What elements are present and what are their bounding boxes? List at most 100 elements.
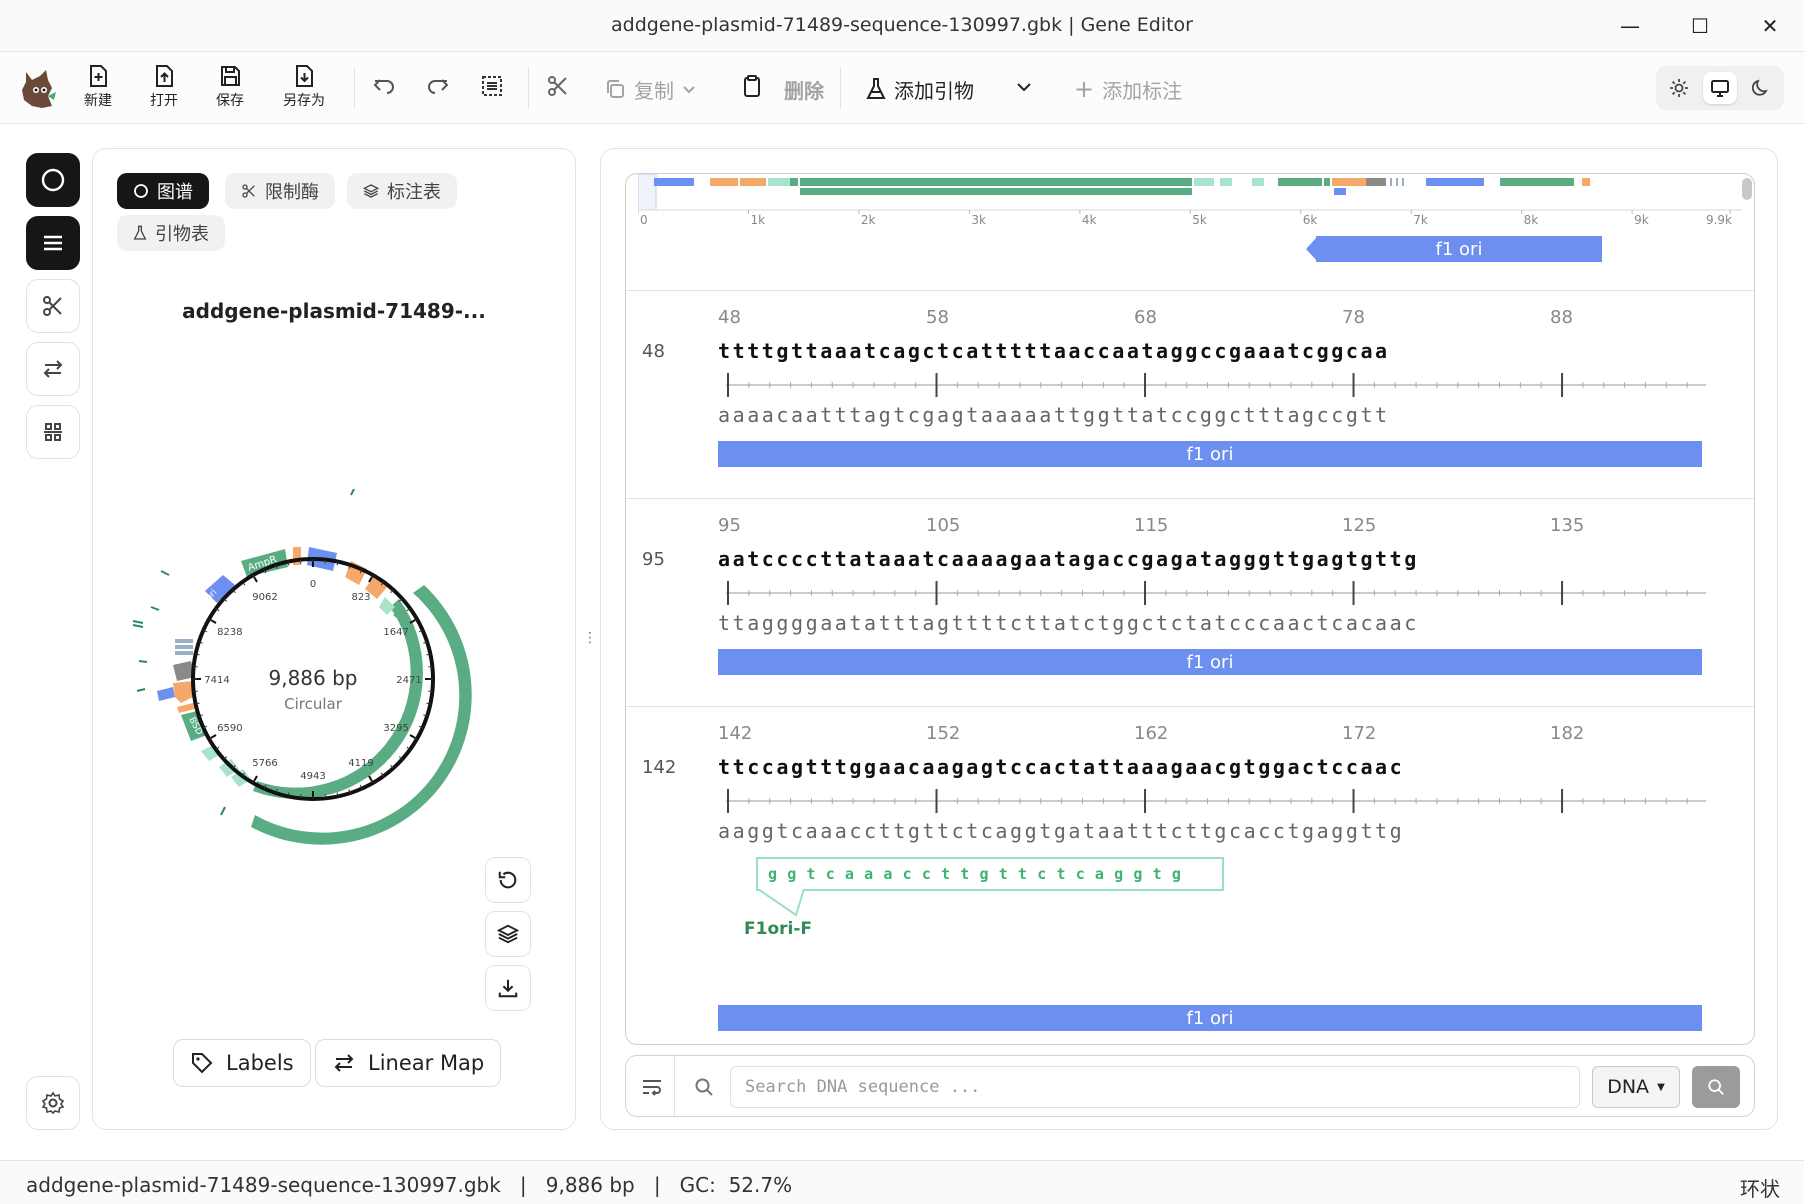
map-tick-label: 8238 (217, 627, 242, 638)
vertical-scrollbar[interactable] (1742, 178, 1752, 200)
undo-button[interactable] (368, 74, 400, 106)
feature-bar-label: f1 ori (1435, 238, 1483, 260)
moon-icon (1751, 79, 1768, 96)
sequence-panel: 0 1k 2k 3k 4k 5k 6k 7k 8k 9k 9.9k f1 ori 48 48 58 … (600, 148, 1778, 1130)
top-strand[interactable]: ttttgttaaatcagctcatttttaaccaataggccgaaat… (718, 339, 1390, 363)
position-label: 115 (1134, 515, 1169, 536)
redo-button[interactable] (422, 74, 454, 106)
search-mode-select[interactable]: DNA ▼ (1592, 1066, 1680, 1108)
maximize-icon[interactable]: ☐ (1680, 10, 1720, 42)
new-button[interactable]: 新建 (70, 64, 126, 110)
bottom-strand[interactable]: aaaacaatttagtcgagtaaaaattggttatccggcttta… (718, 403, 1390, 427)
add-primer-button[interactable]: 添加引物 (866, 72, 974, 106)
linear-overview-map[interactable]: 0 1k 2k 3k 4k 5k 6k 7k 8k 9k 9.9k (638, 174, 1742, 230)
overview-tick-label: 2k (861, 213, 876, 227)
minimize-icon[interactable]: — (1610, 10, 1650, 42)
overview-tick-label: 8k (1524, 213, 1539, 227)
tab-annotation-table[interactable]: 标注表 (347, 173, 457, 209)
cas9-arcs: Cas9 Cas9 (251, 585, 472, 845)
tab-restriction-enzymes[interactable]: 限制酶 (225, 173, 335, 209)
add-annotation-button[interactable]: + 添加标注 (1074, 72, 1182, 106)
search-button[interactable] (1692, 1066, 1740, 1108)
open-button[interactable]: 打开 (136, 64, 192, 110)
top-strand[interactable]: ttccagtttggaacaagagtccactattaaagaacgtgga… (718, 755, 1404, 779)
feature-bar-f1-ori[interactable]: f1 ori (718, 441, 1702, 467)
close-icon[interactable]: ✕ (1750, 10, 1790, 42)
app-window: addgene-plasmid-71489-sequence-130997.gb… (0, 0, 1804, 1204)
feature-bar-label: f1 ori (1186, 1007, 1234, 1029)
feature-bar-f1-ori[interactable]: f1 ori (1316, 236, 1602, 262)
open-file-icon (156, 65, 173, 87)
feature-bar-label: f1 ori (1186, 651, 1234, 673)
panel-resize-handle[interactable]: ⋮ (583, 630, 597, 650)
save-as-button[interactable]: 另存为 (276, 64, 332, 110)
overview-tick-label: 1k (750, 213, 765, 227)
rail-convert-button[interactable] (26, 342, 80, 396)
labels-button-label: Labels (226, 1051, 294, 1075)
sequence-row: 142 142 152 162 172 182 ttccagtttggaacaa… (626, 706, 1754, 1044)
feature-bar-f1-ori[interactable]: f1 ori (718, 1005, 1702, 1031)
chevron-down-icon (1017, 83, 1031, 92)
linear-map-button[interactable]: Linear Map (315, 1039, 502, 1087)
cut-button[interactable] (542, 74, 574, 106)
dark-theme-button[interactable] (1744, 72, 1778, 104)
redo-icon (428, 79, 449, 94)
position-label: 182 (1550, 723, 1585, 744)
primer-dropdown-button[interactable] (1008, 74, 1040, 106)
rail-align-button[interactable] (26, 405, 80, 459)
rotate-map-button[interactable] (485, 857, 531, 903)
map-tick-label: 823 (351, 592, 370, 603)
feature-bar-f1-ori[interactable]: f1 ori (718, 649, 1702, 675)
plasmid-topology: Circular (284, 695, 343, 713)
status-length: 9,886 bp (545, 1173, 635, 1197)
save-button[interactable]: 保存 (202, 64, 258, 110)
bottom-strand[interactable]: aaggtcaaaccttgttctcaggtgataatttcttgcacct… (718, 819, 1404, 843)
primer-pointer (757, 889, 805, 917)
search-input[interactable] (730, 1066, 1580, 1108)
sequence-ruler (726, 789, 1706, 813)
top-strand[interactable]: aatccccttataaatcaaaagaatagaccgagatagggtt… (718, 547, 1419, 571)
position-label: 48 (718, 307, 741, 328)
window-title: addgene-plasmid-71489-sequence-130997.gb… (611, 14, 1193, 36)
labels-button[interactable]: Labels (173, 1039, 311, 1087)
tab-map[interactable]: 图谱 (117, 173, 209, 209)
select-all-button[interactable] (476, 74, 508, 106)
map-tick-label: 3295 (383, 723, 408, 734)
download-map-button[interactable] (485, 965, 531, 1011)
row-start-number: 95 (642, 549, 665, 570)
position-label: 88 (1550, 307, 1573, 328)
clipboard-icon (744, 75, 760, 97)
overview-tick-label: 5k (1192, 213, 1207, 227)
rail-map-button[interactable] (26, 153, 80, 207)
overview-axis: 0 1k 2k 3k 4k 5k 6k 7k 8k 9k 9.9k (638, 210, 1732, 227)
save-label: 保存 (216, 93, 244, 109)
circular-plasmid-map[interactable]: Cas9 Cas9 AmpR ori BSD 08231647247132954… (123, 489, 503, 869)
add-annotation-label: 添加标注 (1102, 78, 1183, 103)
tab-primer-table[interactable]: 引物表 (117, 215, 225, 251)
delete-button[interactable]: 删除 (784, 72, 824, 106)
app-logo-icon (22, 70, 56, 108)
system-theme-button[interactable] (1703, 72, 1737, 104)
light-theme-button[interactable] (1662, 72, 1696, 104)
map-tick-label: 7414 (204, 675, 229, 686)
rail-settings-button[interactable] (26, 1076, 80, 1130)
bottom-strand[interactable]: ttaggggaatatttagttttcttatctggctctatcccaa… (718, 611, 1419, 635)
copy-icon (607, 80, 624, 98)
position-label: 58 (926, 307, 949, 328)
delete-label: 删除 (784, 78, 824, 103)
rail-sequence-button[interactable] (26, 216, 80, 270)
select-all-icon (482, 76, 502, 96)
map-layers-button[interactable] (485, 911, 531, 957)
download-icon (498, 979, 518, 998)
wrap-text-icon[interactable] (640, 1075, 664, 1099)
sequence-viewer[interactable]: 0 1k 2k 3k 4k 5k 6k 7k 8k 9k 9.9k f1 ori 48 48 58 … (625, 173, 1755, 1045)
paste-button[interactable] (736, 74, 768, 106)
copy-button[interactable]: 复制 (604, 72, 696, 106)
primer-name[interactable]: F1ori-F (744, 919, 812, 939)
rail-enzyme-button[interactable] (26, 279, 80, 333)
row-start-number: 142 (642, 757, 677, 778)
primer-sequence[interactable]: ggtcaaaccttgttctcaggtg (756, 857, 1224, 891)
main-toolbar: 新建 打开 保存 另存为 复制 删除 添加引物 + 添加标注 (0, 52, 1804, 124)
overview-tick-label: 3k (971, 213, 986, 227)
overview-viewport-handle[interactable] (638, 174, 657, 211)
